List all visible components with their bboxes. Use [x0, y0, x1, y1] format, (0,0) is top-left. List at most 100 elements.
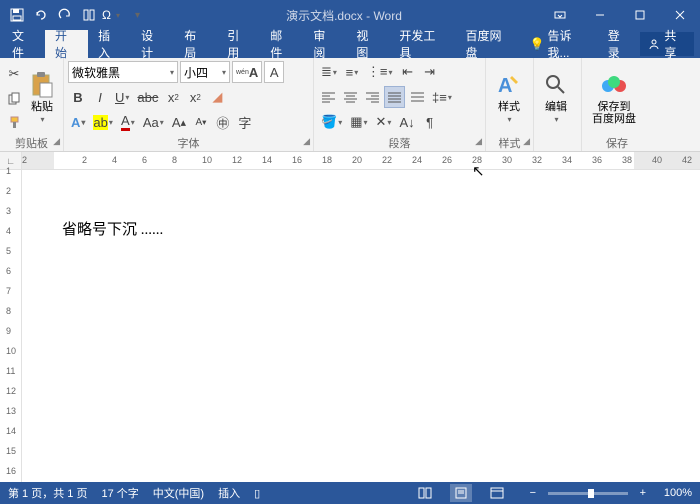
- styles-dialog-icon[interactable]: ◢: [523, 136, 530, 147]
- tab-file[interactable]: 文件: [2, 30, 45, 58]
- sort-button[interactable]: A↓: [396, 111, 417, 133]
- enclose-char-button[interactable]: ㊥: [213, 111, 233, 133]
- tell-me[interactable]: 💡 告诉我...: [522, 27, 598, 61]
- document-text[interactable]: 省略号下沉 ......: [62, 218, 670, 239]
- tab-baidu[interactable]: 百度网盘: [455, 30, 521, 58]
- view-read-icon[interactable]: [414, 484, 436, 502]
- status-language[interactable]: 中文(中国): [153, 485, 204, 501]
- save-icon[interactable]: [6, 4, 28, 26]
- line-spacing-button[interactable]: ‡≡▾: [429, 86, 455, 108]
- ribbon-options-icon[interactable]: [540, 0, 580, 30]
- view-web-icon[interactable]: [486, 484, 508, 502]
- bullets-button[interactable]: ≣▾: [318, 61, 340, 83]
- show-marks-button[interactable]: ¶: [420, 111, 440, 133]
- login-button[interactable]: 登录: [598, 30, 641, 58]
- ruler-tick: 14: [6, 426, 16, 436]
- view-print-icon[interactable]: [450, 484, 472, 502]
- tab-view[interactable]: 视图: [346, 30, 389, 58]
- clear-format-button[interactable]: ◢: [207, 86, 227, 108]
- ruler-tick: 26: [442, 155, 452, 165]
- underline-button[interactable]: U▾: [112, 86, 132, 108]
- maximize-icon[interactable]: [620, 0, 660, 30]
- close-icon[interactable]: [660, 0, 700, 30]
- share-button[interactable]: 共享: [640, 32, 694, 56]
- tab-developer[interactable]: 开发工具: [389, 30, 455, 58]
- char-shading-button[interactable]: Aa▾: [140, 111, 167, 133]
- highlight-button[interactable]: ab▾: [90, 111, 115, 133]
- status-macro-icon[interactable]: ▯: [254, 487, 260, 500]
- qat-btn-1[interactable]: [78, 4, 100, 26]
- increase-indent-button[interactable]: ⇥: [420, 61, 440, 83]
- ruler-tick: 16: [292, 155, 302, 165]
- italic-button[interactable]: I: [90, 86, 110, 108]
- copy-icon[interactable]: [4, 87, 24, 109]
- grow-font-button[interactable]: A▴: [169, 111, 189, 133]
- align-left-button[interactable]: [318, 86, 338, 108]
- subscript-button[interactable]: x2: [163, 86, 183, 108]
- tab-mailings[interactable]: 邮件: [260, 30, 303, 58]
- superscript-button[interactable]: x2: [185, 86, 205, 108]
- shrink-font-button[interactable]: A▾: [191, 111, 211, 133]
- minimize-icon[interactable]: [580, 0, 620, 30]
- align-center-button[interactable]: [340, 86, 360, 108]
- snap-button[interactable]: ✕▾: [373, 111, 395, 133]
- change-case-button[interactable]: 字: [235, 111, 255, 133]
- styles-button[interactable]: A 样式▾: [490, 61, 528, 133]
- undo-icon[interactable]: [30, 4, 52, 26]
- strikethrough-button[interactable]: abc: [134, 86, 161, 108]
- tab-layout[interactable]: 布局: [174, 30, 217, 58]
- status-words[interactable]: 17 个字: [101, 485, 138, 501]
- editing-label: 编辑: [545, 101, 567, 113]
- cut-icon[interactable]: ✂: [4, 63, 24, 85]
- font-color-button[interactable]: A▾: [118, 111, 138, 133]
- clipboard-dialog-icon[interactable]: ◢: [53, 136, 60, 147]
- save-line2: 百度网盘: [592, 113, 636, 125]
- title-bar: Ω▾ ▾ 演示文档.docx - Word: [0, 0, 700, 30]
- format-painter-icon[interactable]: [4, 111, 24, 133]
- phonetic-guide-button[interactable]: wénA: [232, 61, 262, 83]
- ruler-tick: 10: [202, 155, 212, 165]
- zoom-out-button[interactable]: −: [522, 484, 544, 502]
- multilevel-button[interactable]: ⋮≡▾: [364, 61, 396, 83]
- zoom-in-button[interactable]: +: [632, 484, 654, 502]
- editing-button[interactable]: 编辑▾: [538, 61, 574, 133]
- font-name-combo[interactable]: 微软雅黑▾: [68, 61, 178, 83]
- document-page[interactable]: 省略号下沉 ...... ↖: [22, 170, 700, 482]
- zoom-level[interactable]: 100%: [664, 487, 692, 499]
- baidu-cloud-icon: [600, 69, 628, 101]
- status-page[interactable]: 第 1 页，共 1 页: [8, 485, 87, 501]
- align-right-button[interactable]: [362, 86, 382, 108]
- ruler-tick: 16: [6, 466, 16, 476]
- status-insert-mode[interactable]: 插入: [218, 485, 240, 501]
- ruler-tick: 15: [6, 446, 16, 456]
- paragraph-dialog-icon[interactable]: ◢: [475, 136, 482, 147]
- distribute-button[interactable]: [407, 86, 427, 108]
- ruler-horizontal[interactable]: ∟ 22468101214161820222426283032343638404…: [0, 152, 700, 170]
- shading-button[interactable]: 🪣▾: [318, 111, 345, 133]
- redo-icon[interactable]: [54, 4, 76, 26]
- ruler-tick: 7: [6, 286, 11, 296]
- borders-button[interactable]: ▦▾: [347, 111, 370, 133]
- tab-design[interactable]: 设计: [131, 30, 174, 58]
- font-size-combo[interactable]: 小四▾: [180, 61, 230, 83]
- align-justify-button[interactable]: [384, 86, 405, 108]
- paste-icon: [30, 69, 54, 101]
- font-dialog-icon[interactable]: ◢: [303, 136, 310, 147]
- editing-group-label: [534, 135, 581, 151]
- zoom-slider[interactable]: [548, 492, 628, 495]
- numbering-button[interactable]: ≡▾: [342, 61, 362, 83]
- tab-references[interactable]: 引用: [217, 30, 260, 58]
- bold-button[interactable]: B: [68, 86, 88, 108]
- mouse-cursor-icon: ↖: [472, 162, 485, 180]
- paste-button[interactable]: 粘贴▾: [24, 61, 60, 133]
- qat-customize-icon[interactable]: ▾: [126, 4, 148, 26]
- ruler-vertical[interactable]: 12345678910111213141516: [0, 170, 22, 482]
- save-to-baidu-button[interactable]: 保存到百度网盘: [586, 61, 642, 133]
- text-effects-button[interactable]: A▾: [68, 111, 88, 133]
- qat-btn-2[interactable]: Ω▾: [102, 4, 124, 26]
- tab-insert[interactable]: 插入: [88, 30, 131, 58]
- char-border-button[interactable]: A: [264, 61, 284, 83]
- decrease-indent-button[interactable]: ⇤: [398, 61, 418, 83]
- tab-review[interactable]: 审阅: [303, 30, 346, 58]
- tab-home[interactable]: 开始: [45, 30, 88, 58]
